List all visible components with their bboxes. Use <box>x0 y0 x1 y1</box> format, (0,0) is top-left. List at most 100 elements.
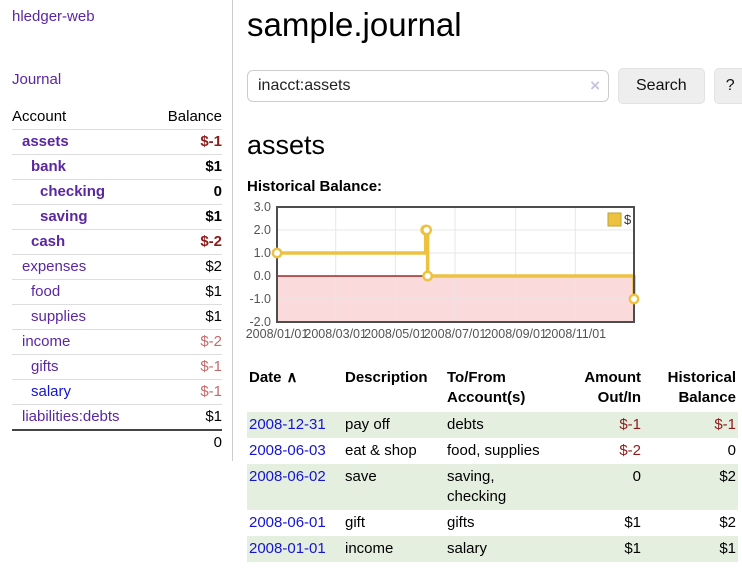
account-link[interactable]: food <box>12 283 60 301</box>
transaction-date-link[interactable]: 2008-06-01 <box>249 514 326 531</box>
transaction-accounts: gifts <box>445 510 556 536</box>
svg-text:-1.0: -1.0 <box>249 292 271 306</box>
account-row: expenses $2 <box>12 255 222 280</box>
account-row: supplies $1 <box>12 305 222 330</box>
chart-title: Historical Balance: <box>247 178 742 195</box>
account-link[interactable]: saving <box>12 208 88 226</box>
transaction-accounts: saving, checking <box>445 464 556 510</box>
transaction-description: eat & shop <box>343 438 445 464</box>
account-row: saving $1 <box>12 205 222 230</box>
account-link[interactable]: liabilities:debts <box>12 408 120 426</box>
transaction-description: save <box>343 464 445 510</box>
search-button[interactable]: Search <box>618 68 705 104</box>
app-title-link[interactable]: hledger-web <box>12 8 222 25</box>
account-balance: $2 <box>152 255 222 280</box>
transaction-balance: 0 <box>643 438 738 464</box>
amount-column-header: Amount Out/In <box>556 366 643 412</box>
account-balance: 0 <box>152 180 222 205</box>
clear-search-icon[interactable]: × <box>590 76 600 96</box>
search-input[interactable] <box>247 70 609 102</box>
account-row: salary $-1 <box>12 380 222 405</box>
account-link[interactable]: bank <box>12 158 66 176</box>
svg-text:2008/01/01: 2008/01/01 <box>246 327 309 341</box>
svg-text:2008/09/01: 2008/09/01 <box>484 327 547 341</box>
transaction-date-link[interactable]: 2008-06-03 <box>249 442 326 459</box>
transaction-amount: $1 <box>556 510 643 536</box>
transaction-amount: $-1 <box>556 412 643 438</box>
transaction-accounts: salary <box>445 536 556 562</box>
account-link[interactable]: assets <box>12 133 69 151</box>
description-column-header: Description <box>343 366 445 412</box>
transaction-amount: $1 <box>556 536 643 562</box>
register-row: 2008-06-01 gift gifts $1 $2 <box>247 510 738 536</box>
account-balance: $1 <box>152 280 222 305</box>
account-link[interactable]: supplies <box>12 308 86 326</box>
sidebar-item-journal[interactable]: Journal <box>12 71 222 88</box>
svg-text:2008/05/01: 2008/05/01 <box>364 327 427 341</box>
transaction-balance: $1 <box>643 536 738 562</box>
page-title: sample.journal <box>247 5 742 45</box>
svg-text:2.0: 2.0 <box>254 223 271 237</box>
account-balance: $1 <box>152 305 222 330</box>
account-row: assets $-1 <box>12 130 222 155</box>
transaction-date-link[interactable]: 2008-12-31 <box>249 416 326 433</box>
register-row: 2008-01-01 income salary $1 $1 <box>247 536 738 562</box>
accounts-body: assets $-1 bank $1 checking 0 saving $1 … <box>12 130 222 431</box>
page: hledger-web Journal Account Balance asse… <box>0 0 742 562</box>
account-balance: $-1 <box>152 130 222 155</box>
transaction-description: gift <box>343 510 445 536</box>
transaction-amount: $-2 <box>556 438 643 464</box>
transaction-balance: $-1 <box>643 412 738 438</box>
accounts-table: Account Balance assets $-1 bank $1 check… <box>12 105 222 455</box>
svg-text:2008/07/01: 2008/07/01 <box>424 327 487 341</box>
account-row: cash $-2 <box>12 230 222 255</box>
search-input-wrap: × <box>247 70 609 102</box>
help-button[interactable]: ? <box>714 68 742 104</box>
transaction-balance: $2 <box>643 464 738 510</box>
transaction-description: income <box>343 536 445 562</box>
transaction-date-link[interactable]: 2008-01-01 <box>249 540 326 557</box>
svg-text:1.0: 1.0 <box>254 246 271 260</box>
transaction-description: pay off <box>343 412 445 438</box>
account-link[interactable]: expenses <box>12 258 86 276</box>
main-content: sample.journal × Search ? assets Histori… <box>233 0 742 562</box>
account-link[interactable]: cash <box>12 233 65 251</box>
account-link[interactable]: salary <box>12 383 71 401</box>
svg-text:2008/11/01: 2008/11/01 <box>544 327 606 341</box>
sort-asc-icon: ∧ <box>287 369 298 386</box>
accounts-total-value: 0 <box>152 430 222 455</box>
transaction-balance: $2 <box>643 510 738 536</box>
account-row: gifts $-1 <box>12 355 222 380</box>
account-link[interactable]: income <box>12 333 70 351</box>
register-row: 2008-06-03 eat & shop food, supplies $-2… <box>247 438 738 464</box>
account-row: bank $1 <box>12 155 222 180</box>
svg-text:3.0: 3.0 <box>254 200 271 214</box>
account-balance: $1 <box>152 405 222 431</box>
register-row: 2008-06-02 save saving, checking 0 $2 <box>247 464 738 510</box>
transaction-accounts: food, supplies <box>445 438 556 464</box>
balance-column-header: Balance <box>152 105 222 130</box>
account-balance: $1 <box>152 205 222 230</box>
account-balance: $1 <box>152 155 222 180</box>
account-link[interactable]: gifts <box>12 358 59 376</box>
account-row: checking 0 <box>12 180 222 205</box>
transaction-date-link[interactable]: 2008-06-02 <box>249 468 326 485</box>
search-form: × Search ? <box>247 70 742 104</box>
account-link[interactable]: checking <box>12 183 105 201</box>
account-heading: assets <box>247 130 742 161</box>
accounts-column-header: To/From Account(s) <box>445 366 556 412</box>
account-row: liabilities:debts $1 <box>12 405 222 431</box>
legend-label: $ <box>624 212 632 227</box>
account-balance: $-1 <box>152 380 222 405</box>
transaction-amount: 0 <box>556 464 643 510</box>
sidebar: hledger-web Journal Account Balance asse… <box>0 0 233 461</box>
accounts-total-row: 0 <box>12 430 222 455</box>
account-balance: $-2 <box>152 230 222 255</box>
register-table: Date∧ Description To/From Account(s) Amo… <box>247 366 738 562</box>
balance-chart: $3.02.01.00.0-1.0-2.02008/01/012008/03/0… <box>247 202 742 344</box>
account-balance: $-1 <box>152 355 222 380</box>
account-balance: $-2 <box>152 330 222 355</box>
date-column-header[interactable]: Date∧ <box>247 366 343 412</box>
register-header-row: Date∧ Description To/From Account(s) Amo… <box>247 366 738 412</box>
accounts-header-row: Account Balance <box>12 105 222 130</box>
